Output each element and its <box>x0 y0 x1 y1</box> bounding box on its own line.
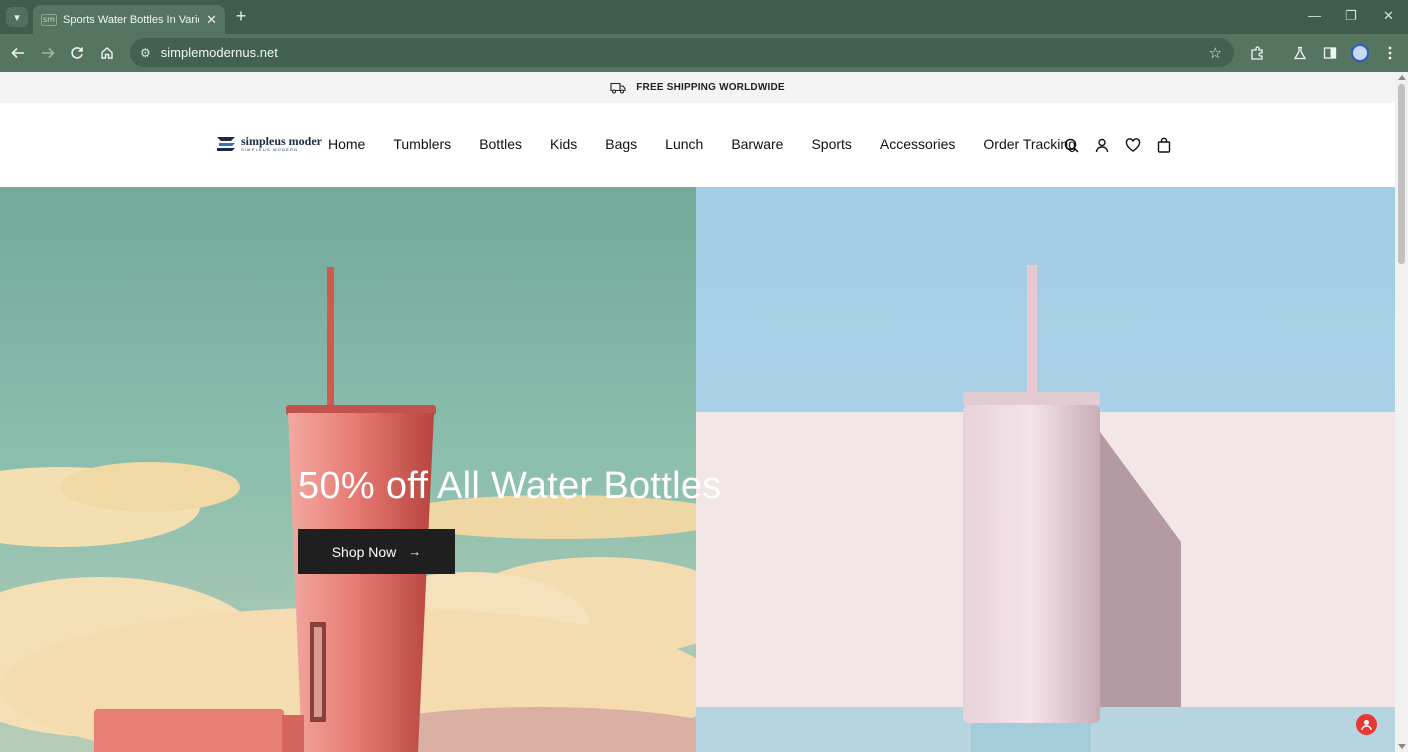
favicon-icon: sm <box>41 13 57 26</box>
hero-banner: 50% off All Water Bottles Shop Now → <box>0 187 1395 752</box>
back-icon[interactable] <box>8 43 28 63</box>
nav-sports[interactable]: Sports <box>811 136 851 152</box>
profile-avatar[interactable] <box>1350 43 1370 63</box>
side-panel-icon[interactable] <box>1320 43 1340 63</box>
browser-toolbar: ⚙ simplemodernus.net ☆ <box>0 34 1408 72</box>
active-tab[interactable]: sm Sports Water Bottles In Various ✕ <box>33 5 225 34</box>
announcement-bar: FREE SHIPPING WORLDWIDE <box>0 72 1395 103</box>
logo-subtitle: SIMPLEUS MODERN <box>241 147 299 152</box>
nav-lunch[interactable]: Lunch <box>665 136 703 152</box>
page-scrollbar[interactable] <box>1395 72 1408 752</box>
scroll-up-arrow-icon[interactable] <box>1398 75 1406 80</box>
nav-barware[interactable]: Barware <box>731 136 783 152</box>
labs-flask-icon[interactable] <box>1290 43 1310 63</box>
address-bar[interactable]: ⚙ simplemodernus.net ☆ <box>130 38 1234 67</box>
arrow-right-icon: → <box>408 544 422 559</box>
nav-kids[interactable]: Kids <box>550 136 577 152</box>
account-icon[interactable] <box>1093 136 1111 154</box>
nav-bags[interactable]: Bags <box>605 136 637 152</box>
search-icon[interactable] <box>1062 136 1080 154</box>
bookmark-star-icon[interactable]: ☆ <box>1209 44 1222 62</box>
new-tab-button[interactable]: + <box>231 7 251 27</box>
minimize-icon[interactable]: — <box>1308 8 1321 23</box>
logo-name: simpleus moder <box>241 134 322 148</box>
nav-bottles[interactable]: Bottles <box>479 136 522 152</box>
browser-tab-strip: ▾ sm Sports Water Bottles In Various ✕ +… <box>0 0 1408 34</box>
site-info-icon[interactable]: ⚙ <box>140 46 151 60</box>
logo-mark-icon <box>217 137 235 151</box>
main-navigation: Home Tumblers Bottles Kids Bags Lunch Ba… <box>328 136 1104 152</box>
cart-icon[interactable] <box>1155 136 1173 154</box>
site-header: simpleus moder SIMPLEUS MODERN Home Tumb… <box>0 103 1395 187</box>
close-window-icon[interactable]: ✕ <box>1383 8 1394 24</box>
extensions-icon[interactable] <box>1247 43 1267 63</box>
shop-now-button[interactable]: Shop Now → <box>298 529 455 574</box>
nav-accessories[interactable]: Accessories <box>880 136 955 152</box>
forward-icon[interactable] <box>38 43 58 63</box>
hero-image-right <box>696 187 1395 752</box>
announcement-text: FREE SHIPPING WORLDWIDE <box>636 82 785 93</box>
close-tab-icon[interactable]: ✕ <box>206 12 217 28</box>
restore-icon[interactable]: ❐ <box>1345 8 1357 24</box>
hero-title: 50% off All Water Bottles <box>298 465 722 507</box>
nav-home[interactable]: Home <box>328 136 365 152</box>
nav-tumblers[interactable]: Tumblers <box>393 136 451 152</box>
wishlist-icon[interactable] <box>1124 136 1142 154</box>
scroll-thumb[interactable] <box>1398 84 1405 264</box>
truck-icon <box>610 82 626 94</box>
web-page: FREE SHIPPING WORLDWIDE simpleus moder S… <box>0 72 1395 752</box>
tab-search-button[interactable]: ▾ <box>6 7 28 27</box>
menu-kebab-icon[interactable] <box>1380 43 1400 63</box>
shop-now-label: Shop Now <box>331 543 397 560</box>
url-text: simplemodernus.net <box>160 45 278 60</box>
site-logo[interactable]: simpleus moder SIMPLEUS MODERN <box>215 135 322 153</box>
scroll-down-arrow-icon[interactable] <box>1398 744 1406 749</box>
reload-icon[interactable] <box>67 43 87 63</box>
chat-widget-icon[interactable] <box>1356 714 1377 735</box>
tab-title: Sports Water Bottles In Various <box>63 13 199 26</box>
home-icon[interactable] <box>97 43 117 63</box>
